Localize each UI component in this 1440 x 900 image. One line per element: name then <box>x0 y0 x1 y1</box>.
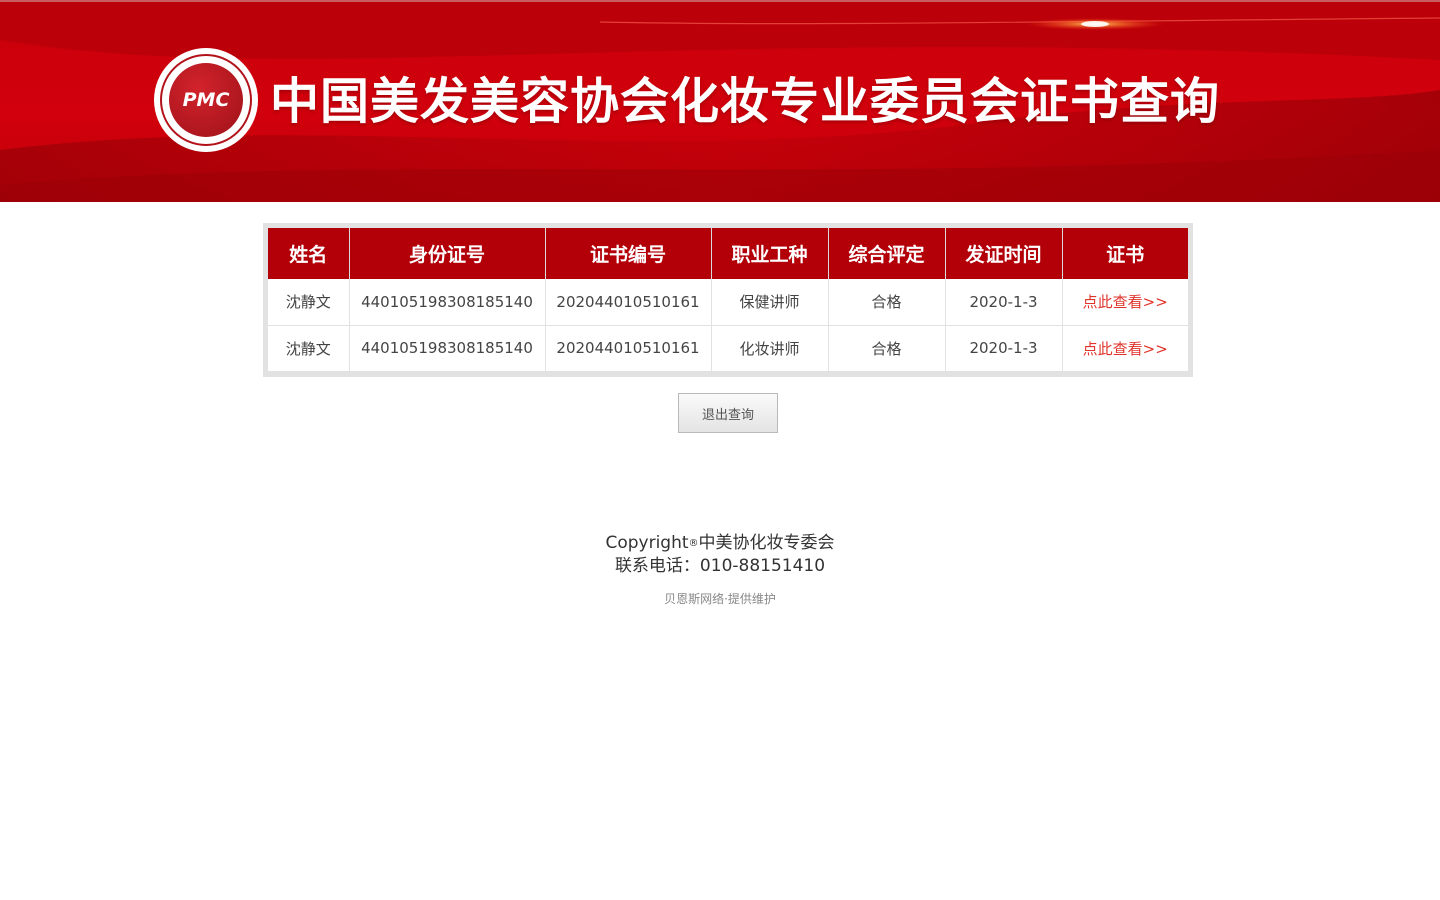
copyright-prefix: Copyright <box>605 533 689 553</box>
header-id-number: 身份证号 <box>349 228 546 279</box>
view-certificate-link[interactable]: 点此查看>> <box>1083 293 1168 311</box>
cell-certificate-number: 202044010510161 <box>545 279 712 326</box>
logo-ring <box>160 54 252 146</box>
maintenance-credit: 贝恩斯网络·提供维护 <box>664 592 776 606</box>
header-occupation: 职业工种 <box>711 228 829 279</box>
table-row: 沈静文 440105198308185140 202044010510161 保… <box>268 279 1188 326</box>
cell-issue-date: 2020-1-3 <box>945 325 1063 371</box>
header-certificate: 证书 <box>1062 228 1188 279</box>
certificate-table: 姓名 身份证号 证书编号 职业工种 综合评定 发证时间 证书 沈静文 44010… <box>268 228 1188 371</box>
copyright-org: 中美协化妆专委会 <box>698 533 835 553</box>
cell-occupation: 保健讲师 <box>711 279 829 326</box>
copyright-line: Copyright®中美协化妆专委会 <box>0 532 1440 555</box>
cell-assessment: 合格 <box>828 325 946 371</box>
pmc-logo: PMC <box>154 48 258 152</box>
contact-phone: 联系电话：010-88151410 <box>614 556 826 576</box>
header-assessment: 综合评定 <box>828 228 946 279</box>
cell-certificate: 点此查看>> <box>1062 325 1188 371</box>
table-row: 沈静文 440105198308185140 202044010510161 化… <box>268 325 1188 371</box>
exit-query-button[interactable]: 退出查询 <box>678 393 778 433</box>
header-certificate-number: 证书编号 <box>545 228 712 279</box>
cell-occupation: 化妆讲师 <box>711 325 829 371</box>
page-title: 中国美发美容协会化妆专业委员会证书查询 <box>270 73 1221 130</box>
header-issue-date: 发证时间 <box>945 228 1063 279</box>
cell-id-number: 440105198308185140 <box>349 279 546 326</box>
certificate-table-container: 姓名 身份证号 证书编号 职业工种 综合评定 发证时间 证书 沈静文 44010… <box>263 223 1193 377</box>
footer: Copyright®中美协化妆专委会 联系电话：010-88151410 贝恩斯… <box>0 532 1440 607</box>
header-name: 姓名 <box>268 228 350 279</box>
view-certificate-link[interactable]: 点此查看>> <box>1083 340 1168 358</box>
header-banner: PMC 中国美发美容协会化妆专业委员会证书查询 <box>0 0 1440 202</box>
cell-name: 沈静文 <box>268 279 350 326</box>
cell-certificate-number: 202044010510161 <box>545 325 712 371</box>
registered-mark: ® <box>688 538 699 549</box>
cell-name: 沈静文 <box>268 325 350 371</box>
table-header-row: 姓名 身份证号 证书编号 职业工种 综合评定 发证时间 证书 <box>268 228 1188 279</box>
cell-issue-date: 2020-1-3 <box>945 279 1063 326</box>
cell-assessment: 合格 <box>828 279 946 326</box>
cell-id-number: 440105198308185140 <box>349 325 546 371</box>
cell-certificate: 点此查看>> <box>1062 279 1188 326</box>
